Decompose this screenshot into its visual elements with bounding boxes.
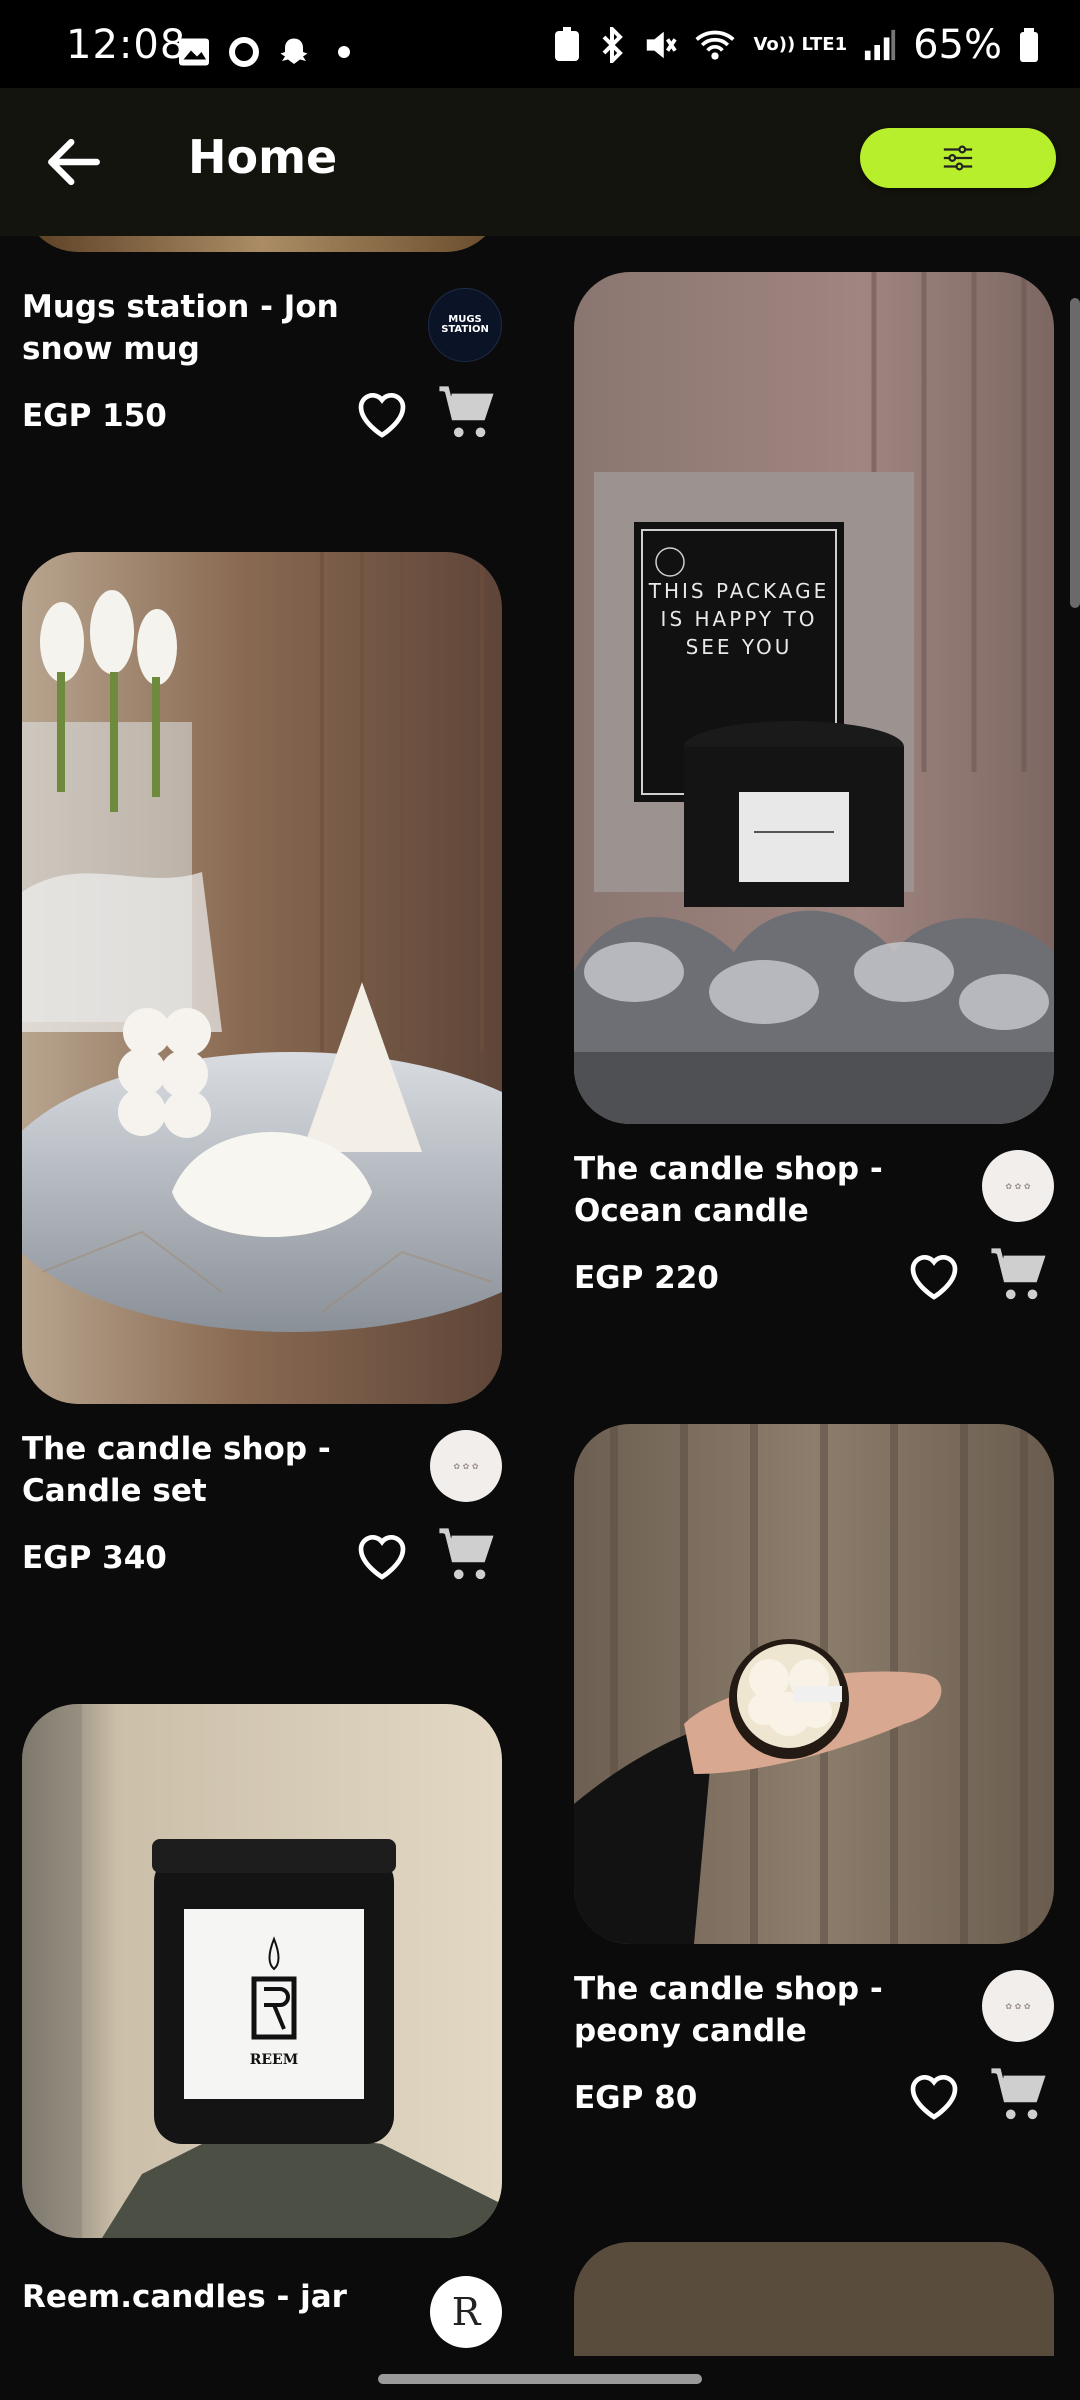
product-price: EGP 340: [22, 1540, 167, 1576]
notification-icons: [176, 34, 362, 70]
filter-button[interactable]: [860, 128, 1056, 188]
page-title: Home: [188, 130, 338, 184]
product-image[interactable]: REEM: [22, 1704, 502, 2238]
heart-icon[interactable]: [906, 2070, 962, 2122]
product-title[interactable]: The candle shop - peony candle: [574, 1968, 964, 2052]
battery-percent: 65%: [913, 22, 1002, 68]
product-title[interactable]: Reem.candles - jar: [22, 2276, 412, 2318]
shop-logo[interactable]: MUGS STATION: [428, 288, 502, 362]
heart-icon[interactable]: [354, 1530, 410, 1582]
snapchat-icon: [280, 38, 308, 64]
scrollbar[interactable]: [1070, 298, 1080, 608]
product-title[interactable]: The candle shop - Ocean candle: [574, 1148, 964, 1232]
svg-text:✿ ✿ ✿: ✿ ✿ ✿: [1005, 1182, 1030, 1191]
product-title[interactable]: Mugs station - Jon snow mug: [22, 286, 412, 370]
heart-icon[interactable]: [354, 388, 410, 440]
product-image[interactable]: [574, 1424, 1054, 1944]
cart-icon[interactable]: [988, 1246, 1048, 1304]
battery-saver-icon: [555, 27, 580, 61]
reem-label-text: REEM: [250, 2052, 298, 2068]
product-column-right: THIS PACKAGE IS HAPPY TO SEE YOU The can…: [574, 236, 1054, 2356]
product-card[interactable]: The candle shop - Candle set ✿ ✿ ✿ EGP 3…: [22, 552, 502, 1662]
status-time: 12:08: [66, 22, 187, 68]
heart-icon[interactable]: [906, 1250, 962, 1302]
product-card[interactable]: The candle shop - peony candle ✿ ✿ ✿ EGP…: [574, 1424, 1054, 2120]
shop-logo[interactable]: ✿ ✿ ✿: [982, 1150, 1054, 1222]
product-image[interactable]: [22, 236, 502, 252]
product-card[interactable]: [574, 2242, 1054, 2356]
filter-sliders-icon: [943, 145, 973, 171]
product-image[interactable]: THIS PACKAGE IS HAPPY TO SEE YOU: [574, 272, 1054, 1124]
signal-icon: [864, 29, 896, 61]
product-card[interactable]: THIS PACKAGE IS HAPPY TO SEE YOU The can…: [574, 272, 1054, 1382]
app-bar: Home: [0, 88, 1080, 236]
gallery-icon: [179, 38, 209, 66]
product-price: EGP 220: [574, 1260, 719, 1296]
system-icons: Vo)) LTE1 65%: [553, 22, 1040, 68]
product-card[interactable]: Mugs station - Jon snow mug MUGS STATION…: [22, 236, 502, 576]
svg-text:✿ ✿ ✿: ✿ ✿ ✿: [1005, 2002, 1030, 2011]
battery-icon: [1020, 28, 1038, 62]
whatsapp-icon: [229, 37, 259, 67]
cart-icon[interactable]: [436, 384, 496, 442]
product-image[interactable]: [22, 552, 502, 1404]
product-title[interactable]: The candle shop - Candle set: [22, 1428, 412, 1512]
mute-icon: [647, 31, 678, 59]
status-bar: 12:08 Vo)) LTE1 65%: [0, 0, 1080, 88]
home-indicator[interactable]: [378, 2374, 702, 2384]
network-label: Vo)) LTE1: [753, 34, 848, 55]
product-card[interactable]: REEM Reem.candles - jar R: [22, 1704, 502, 2356]
shop-logo[interactable]: R: [430, 2276, 502, 2348]
back-arrow-icon[interactable]: [40, 128, 108, 196]
product-price: EGP 150: [22, 398, 167, 434]
shop-logo-text: MUGS STATION: [441, 314, 489, 335]
product-column-left: Mugs station - Jon snow mug MUGS STATION…: [22, 236, 502, 2356]
package-sign-text: THIS PACKAGE IS HAPPY TO SEE YOU: [648, 579, 830, 659]
svg-text:✿ ✿ ✿: ✿ ✿ ✿: [453, 1462, 478, 1471]
shop-logo[interactable]: ✿ ✿ ✿: [982, 1970, 1054, 2042]
cart-icon[interactable]: [988, 2066, 1048, 2124]
bluetooth-icon: [603, 27, 624, 63]
product-image[interactable]: [574, 2242, 1054, 2356]
dot-icon: [338, 46, 350, 58]
shop-logo[interactable]: ✿ ✿ ✿: [430, 1430, 502, 1502]
cart-icon[interactable]: [436, 1526, 496, 1584]
product-price: EGP 80: [574, 2080, 698, 2116]
wifi-icon: [695, 30, 736, 60]
